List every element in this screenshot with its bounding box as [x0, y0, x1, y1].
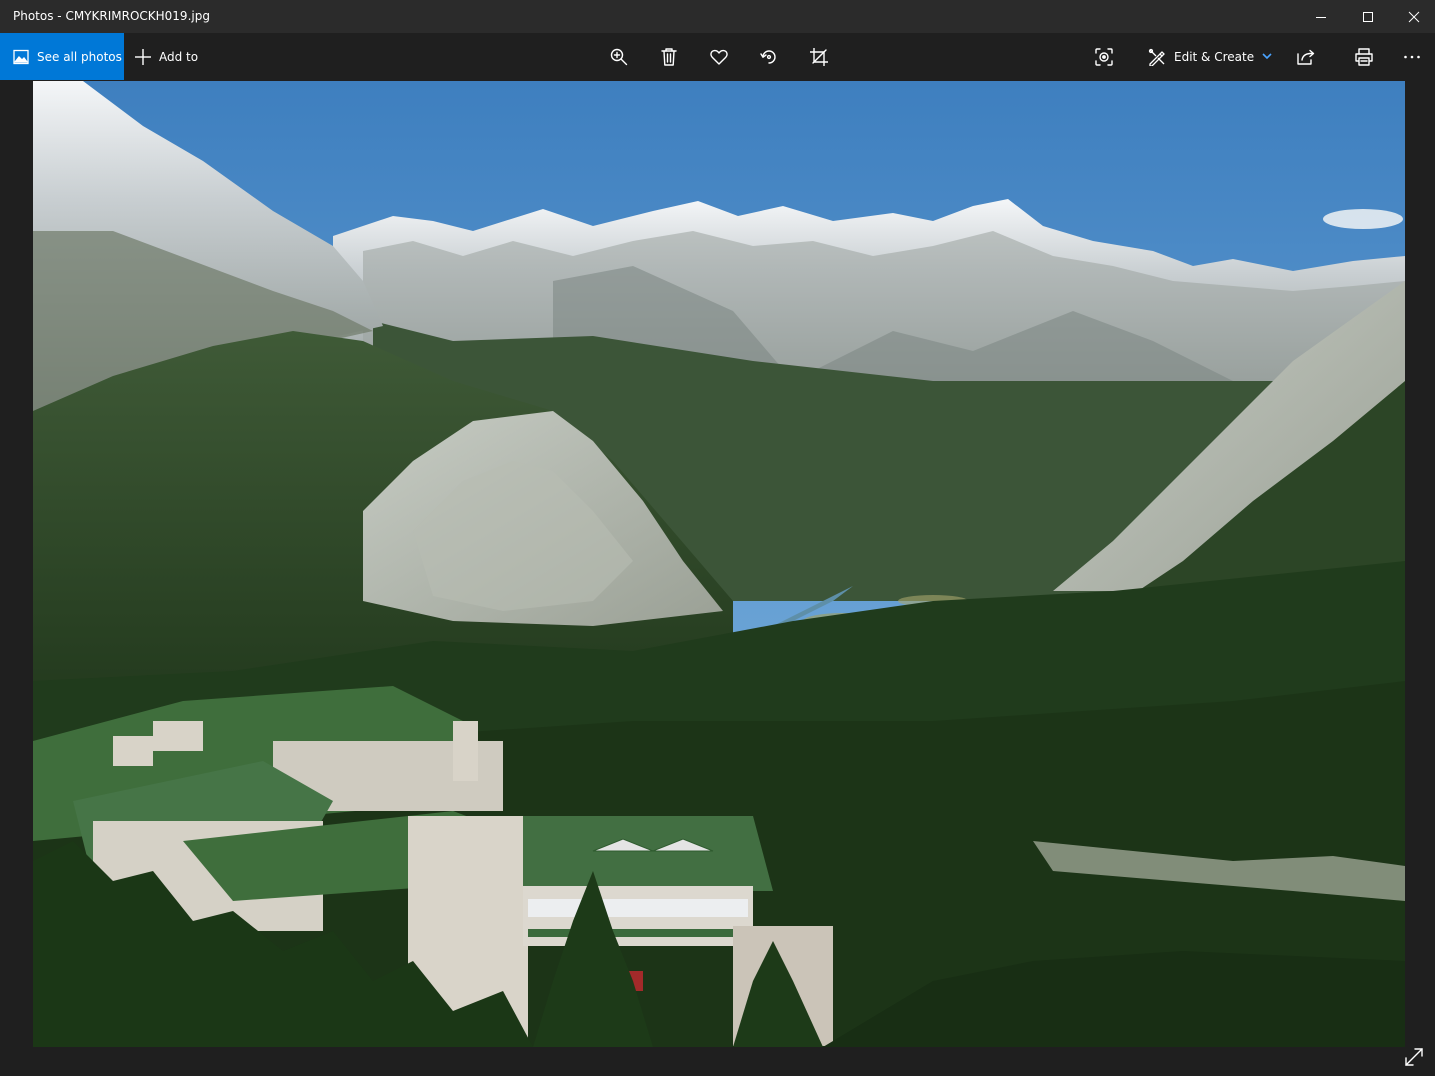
zoom-icon — [610, 48, 628, 65]
delete-button[interactable] — [649, 33, 689, 80]
add-to-button[interactable]: Add to — [135, 33, 198, 80]
toolbar: See all photos Add to Edit & Create — [0, 33, 1435, 80]
window-title: Photos - CMYKRIMROCKH019.jpg — [13, 9, 210, 23]
title-bar: Photos - CMYKRIMROCKH019.jpg — [0, 0, 1435, 33]
chevron-down-icon — [1262, 53, 1272, 60]
more-icon — [1404, 55, 1420, 58]
enhance-icon — [1095, 47, 1113, 66]
close-button[interactable] — [1391, 0, 1435, 33]
print-icon — [1355, 47, 1373, 66]
see-all-photos-button[interactable]: See all photos — [0, 33, 124, 80]
minimize-button[interactable] — [1298, 0, 1344, 33]
rotate-button[interactable] — [749, 33, 789, 80]
maximize-button[interactable] — [1345, 0, 1391, 33]
photo-canvas[interactable] — [33, 81, 1405, 1047]
maximize-icon — [1363, 11, 1373, 22]
enhance-button[interactable] — [1084, 33, 1124, 80]
print-button[interactable] — [1344, 33, 1384, 80]
edit-create-icon — [1148, 48, 1165, 66]
landscape-photo — [33, 81, 1405, 1047]
heart-icon — [710, 49, 728, 65]
edit-create-button[interactable]: Edit & Create — [1148, 33, 1272, 80]
minimize-icon — [1316, 16, 1326, 18]
trash-icon — [661, 47, 677, 66]
zoom-button[interactable] — [599, 33, 639, 80]
expand-icon — [1405, 1048, 1423, 1066]
rotate-icon — [760, 49, 776, 64]
more-button[interactable] — [1392, 33, 1432, 80]
edit-create-label: Edit & Create — [1174, 49, 1255, 64]
add-to-label: Add to — [159, 49, 199, 64]
close-icon — [1408, 11, 1420, 22]
plus-icon — [135, 48, 151, 65]
see-all-photos-label: See all photos — [37, 49, 122, 64]
share-icon — [1297, 49, 1315, 65]
crop-icon — [810, 47, 828, 66]
favorite-button[interactable] — [699, 33, 739, 80]
crop-button[interactable] — [799, 33, 839, 80]
picture-icon — [13, 49, 29, 64]
share-button[interactable] — [1286, 33, 1326, 80]
full-screen-button[interactable] — [1400, 1044, 1428, 1070]
